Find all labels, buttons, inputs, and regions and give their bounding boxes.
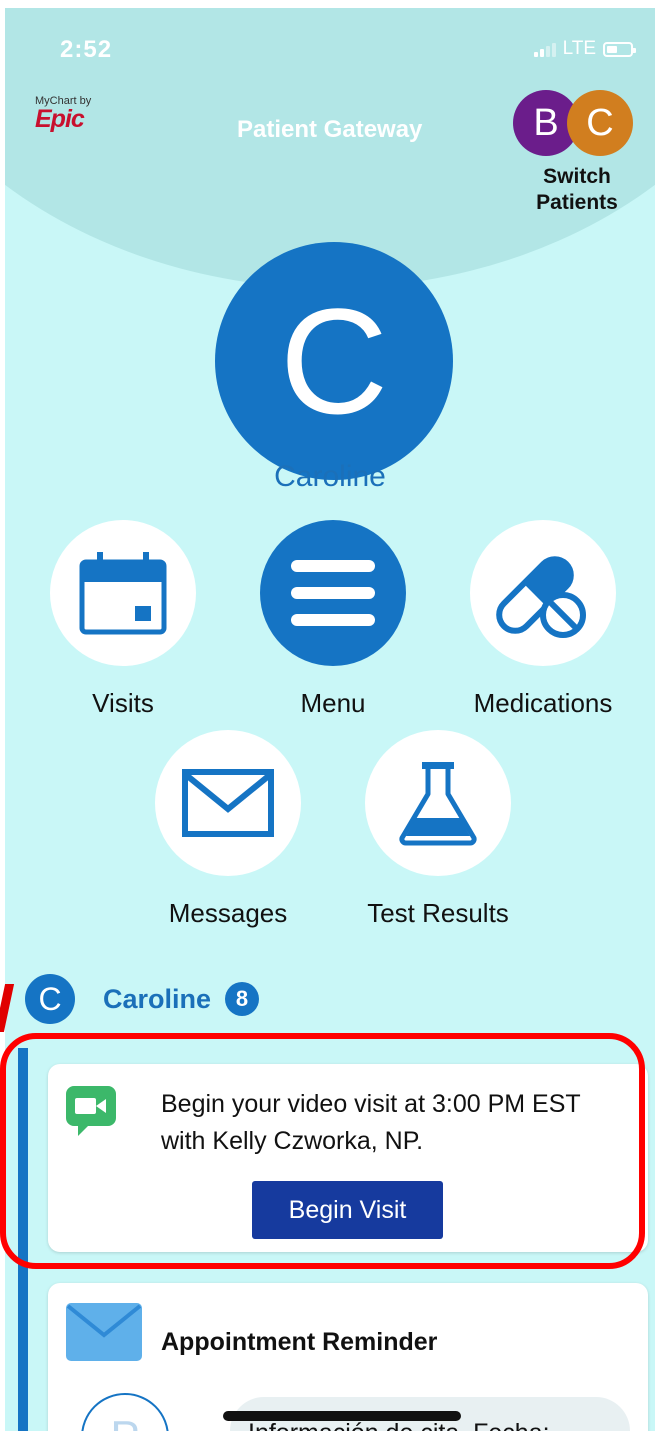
tile-medications-circle[interactable] xyxy=(470,520,616,666)
app-title: Patient Gateway xyxy=(237,116,423,143)
network-label: LTE xyxy=(562,38,596,59)
switch-patients-label: Switch Patients xyxy=(509,164,645,216)
status-indicators: LTE xyxy=(533,38,636,60)
logo-epic-text: Epic xyxy=(35,105,85,133)
envelope-icon xyxy=(66,1303,142,1361)
flask-icon xyxy=(399,762,477,846)
tile-visits[interactable]: Visits xyxy=(28,520,218,719)
tile-test-results-circle[interactable] xyxy=(365,730,511,876)
profile-name: Caroline xyxy=(274,460,386,493)
tile-messages-circle[interactable] xyxy=(155,730,301,876)
feed-patient-name: Caroline xyxy=(103,983,212,1014)
sender-avatar: P xyxy=(81,1393,169,1431)
tile-menu[interactable]: Menu xyxy=(238,520,428,719)
tile-test-results-label: Test Results xyxy=(367,898,509,928)
switch-label-line2: Patients xyxy=(536,191,618,214)
battery-icon xyxy=(603,41,636,57)
switch-avatars: B C xyxy=(509,90,645,158)
annotation-highlight xyxy=(0,1033,645,1269)
appointment-reminder-title: Appointment Reminder xyxy=(161,1328,438,1356)
profile-avatar[interactable]: C xyxy=(215,242,453,480)
switch-label-line1: Switch xyxy=(543,165,611,188)
tile-messages[interactable]: Messages xyxy=(133,730,323,929)
tile-menu-circle[interactable] xyxy=(260,520,406,666)
tile-visits-circle[interactable] xyxy=(50,520,196,666)
pill-icon xyxy=(496,556,586,638)
tile-test-results[interactable]: Test Results xyxy=(343,730,533,929)
appointment-reminder-card[interactable]: Appointment Reminder P Información de ci… xyxy=(48,1283,648,1431)
status-time: 2:52 xyxy=(60,36,113,63)
tile-visits-label: Visits xyxy=(92,688,154,718)
tile-messages-label: Messages xyxy=(168,898,288,928)
calendar-icon xyxy=(79,552,167,635)
hamburger-menu-icon xyxy=(291,560,375,626)
mychart-logo: MyChart by Epic xyxy=(35,96,91,132)
signal-icon xyxy=(533,41,556,57)
avatar-c: C xyxy=(567,90,633,156)
feed-header: C Caroline 8 xyxy=(25,974,260,1024)
tile-medications[interactable]: Medications xyxy=(448,520,638,719)
switch-patients-button[interactable]: B C Switch Patients xyxy=(509,90,645,216)
tile-medications-label: Medications xyxy=(473,688,613,718)
envelope-icon xyxy=(182,769,274,837)
feed-avatar: C xyxy=(25,974,75,1024)
tile-menu-label: Menu xyxy=(300,688,366,718)
notification-badge: 8 xyxy=(225,982,260,1016)
home-indicator[interactable] xyxy=(223,1411,461,1421)
